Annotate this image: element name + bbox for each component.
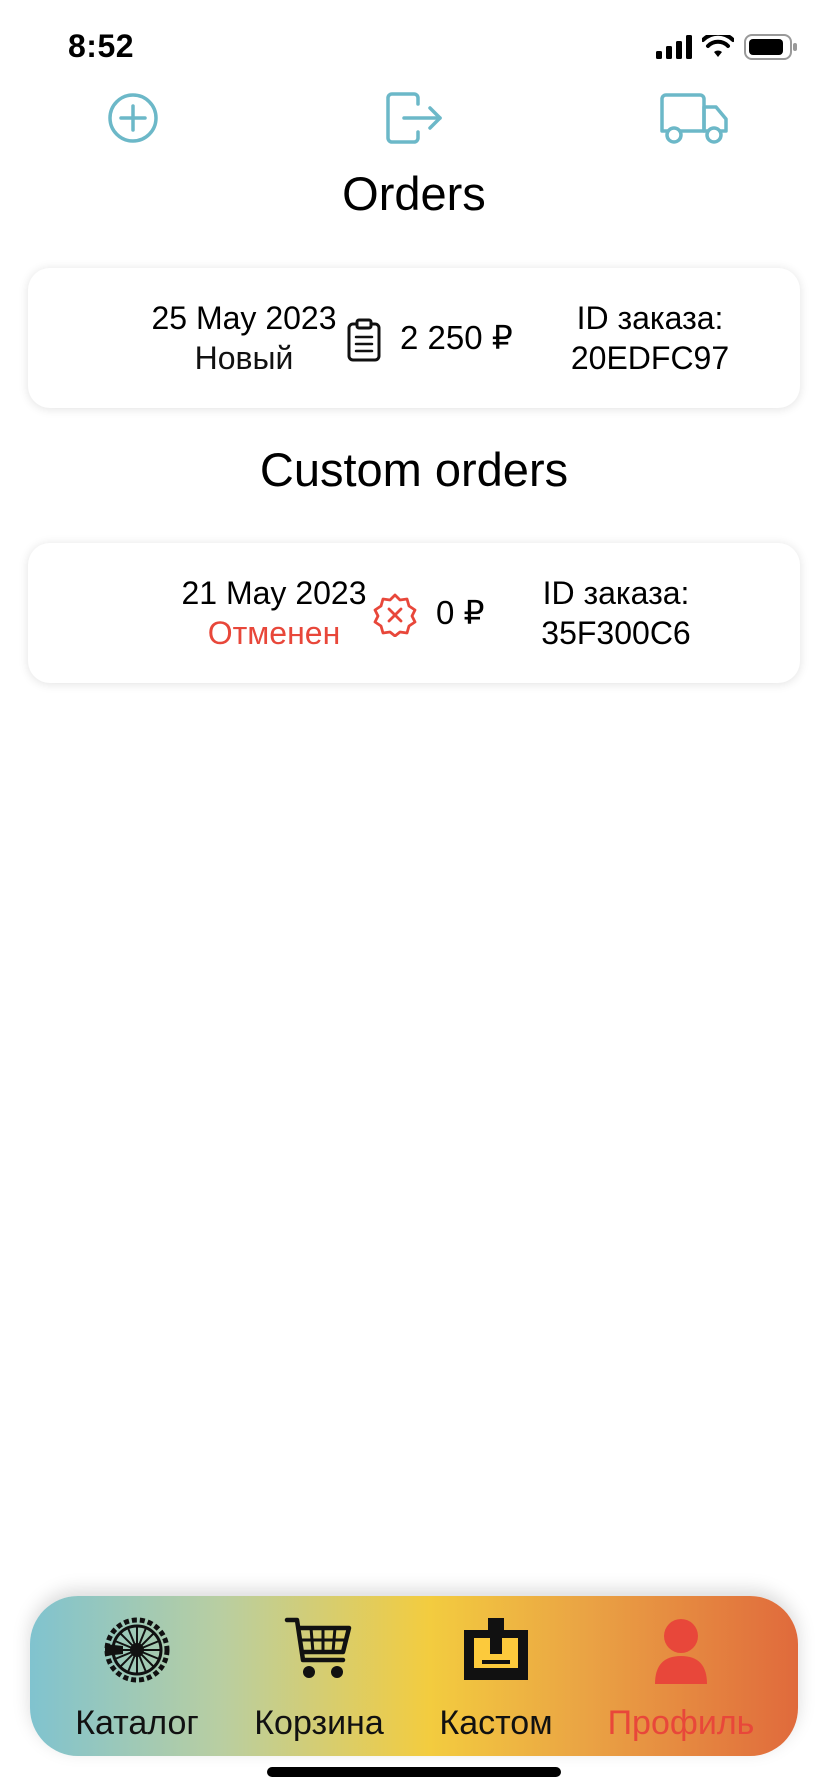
tab-catalog[interactable]: Каталог	[52, 1610, 222, 1750]
order-id: ID заказа: 35F300C6	[500, 573, 732, 653]
order-id: ID заказа: 20EDFC97	[534, 298, 766, 378]
tab-label: Каталог	[75, 1704, 199, 1742]
order-status: Отменен	[207, 615, 341, 651]
plus-circle-icon	[106, 91, 160, 150]
cart-icon	[234, 1610, 404, 1690]
add-order-button[interactable]	[95, 88, 171, 152]
tab-label: Профиль	[607, 1704, 755, 1742]
order-card[interactable]: 25 May 2023 Новый 2 250 ₽ ID заказа: 20E…	[28, 268, 800, 408]
delivery-button[interactable]	[656, 88, 732, 152]
cancel-badge-icon	[373, 591, 417, 639]
status-bar: 8:52	[0, 0, 828, 100]
signal-icon	[656, 35, 692, 64]
battery-icon	[744, 34, 798, 65]
wifi-icon	[701, 31, 735, 64]
order-id-value: 20EDFC97	[570, 340, 730, 376]
tab-label: Кастом	[439, 1704, 553, 1742]
tab-label: Корзина	[254, 1704, 384, 1742]
box-icon	[411, 1610, 581, 1690]
order-amount: 0 ₽	[436, 594, 485, 631]
clipboard-icon	[342, 316, 386, 364]
status-icons	[656, 31, 798, 65]
status-time: 8:52	[68, 28, 135, 64]
truck-icon	[658, 91, 730, 150]
bike-wheel-icon	[52, 1610, 222, 1690]
tab-bar: Каталог Корзина Кастом Профиль	[30, 1596, 798, 1756]
order-amount: 2 250 ₽	[400, 319, 513, 356]
order-date: 25 May 2023	[151, 300, 337, 336]
home-indicator	[267, 1767, 561, 1777]
order-id-value: 35F300C6	[541, 615, 691, 651]
top-actions	[0, 88, 828, 158]
tab-profile[interactable]: Профиль	[596, 1610, 766, 1750]
order-id-label: ID заказа:	[542, 575, 690, 611]
order-status: Новый	[194, 340, 294, 376]
order-date-status: 21 May 2023 Отменен	[146, 573, 402, 653]
custom-order-card[interactable]: 21 May 2023 Отменен 0 ₽ ID заказа: 35F30…	[28, 543, 800, 683]
tab-custom[interactable]: Кастом	[411, 1610, 581, 1750]
custom-orders-title: Custom orders	[259, 443, 569, 496]
tab-cart[interactable]: Корзина	[234, 1610, 404, 1750]
logout-icon	[384, 90, 444, 151]
order-id-label: ID заказа:	[576, 300, 724, 336]
person-icon	[596, 1610, 766, 1690]
orders-title: Orders	[342, 167, 486, 220]
logout-button[interactable]	[376, 88, 452, 152]
order-date-status: 25 May 2023 Новый	[116, 298, 372, 378]
order-date: 21 May 2023	[181, 575, 367, 611]
